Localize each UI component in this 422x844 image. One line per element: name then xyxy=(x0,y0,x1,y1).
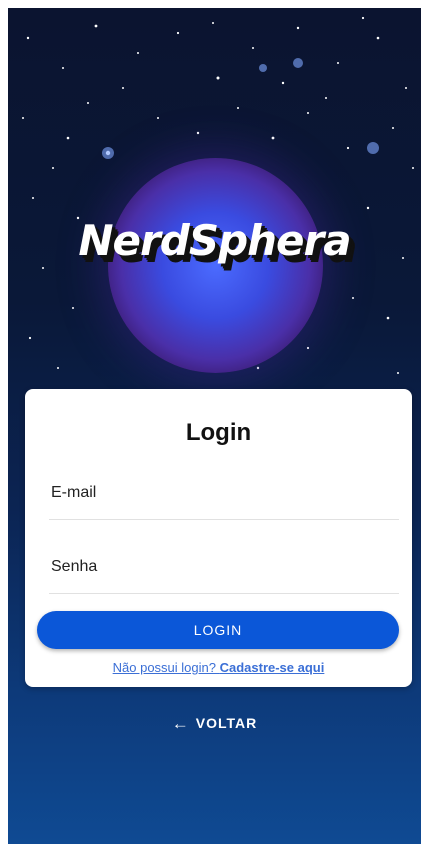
signup-link[interactable]: Não possui login? Cadastre-se aqui xyxy=(113,660,325,675)
login-button[interactable]: LOGIN xyxy=(37,611,399,649)
signup-prompt-text: Não possui login? xyxy=(112,660,220,675)
password-field[interactable] xyxy=(49,541,401,593)
back-button[interactable]: ← VOLTAR xyxy=(8,714,421,734)
signup-prompt: Não possui login? Cadastre-se aqui xyxy=(25,660,412,675)
signup-link-text: Cadastre-se aqui xyxy=(219,660,325,675)
back-label: VOLTAR xyxy=(195,715,258,731)
login-card: Login LOGIN Não possui login? Cadastre-s… xyxy=(25,389,412,687)
login-screen: NerdSphera Login LOGIN Não possui login?… xyxy=(8,8,421,844)
arrow-left-icon: ← xyxy=(171,714,190,733)
sphere-glow xyxy=(108,158,323,373)
password-field-container xyxy=(49,541,401,594)
login-title: Login xyxy=(185,419,252,446)
app-logo: NerdSphera xyxy=(78,216,351,265)
email-field-container xyxy=(49,467,401,520)
email-field[interactable] xyxy=(49,467,401,519)
